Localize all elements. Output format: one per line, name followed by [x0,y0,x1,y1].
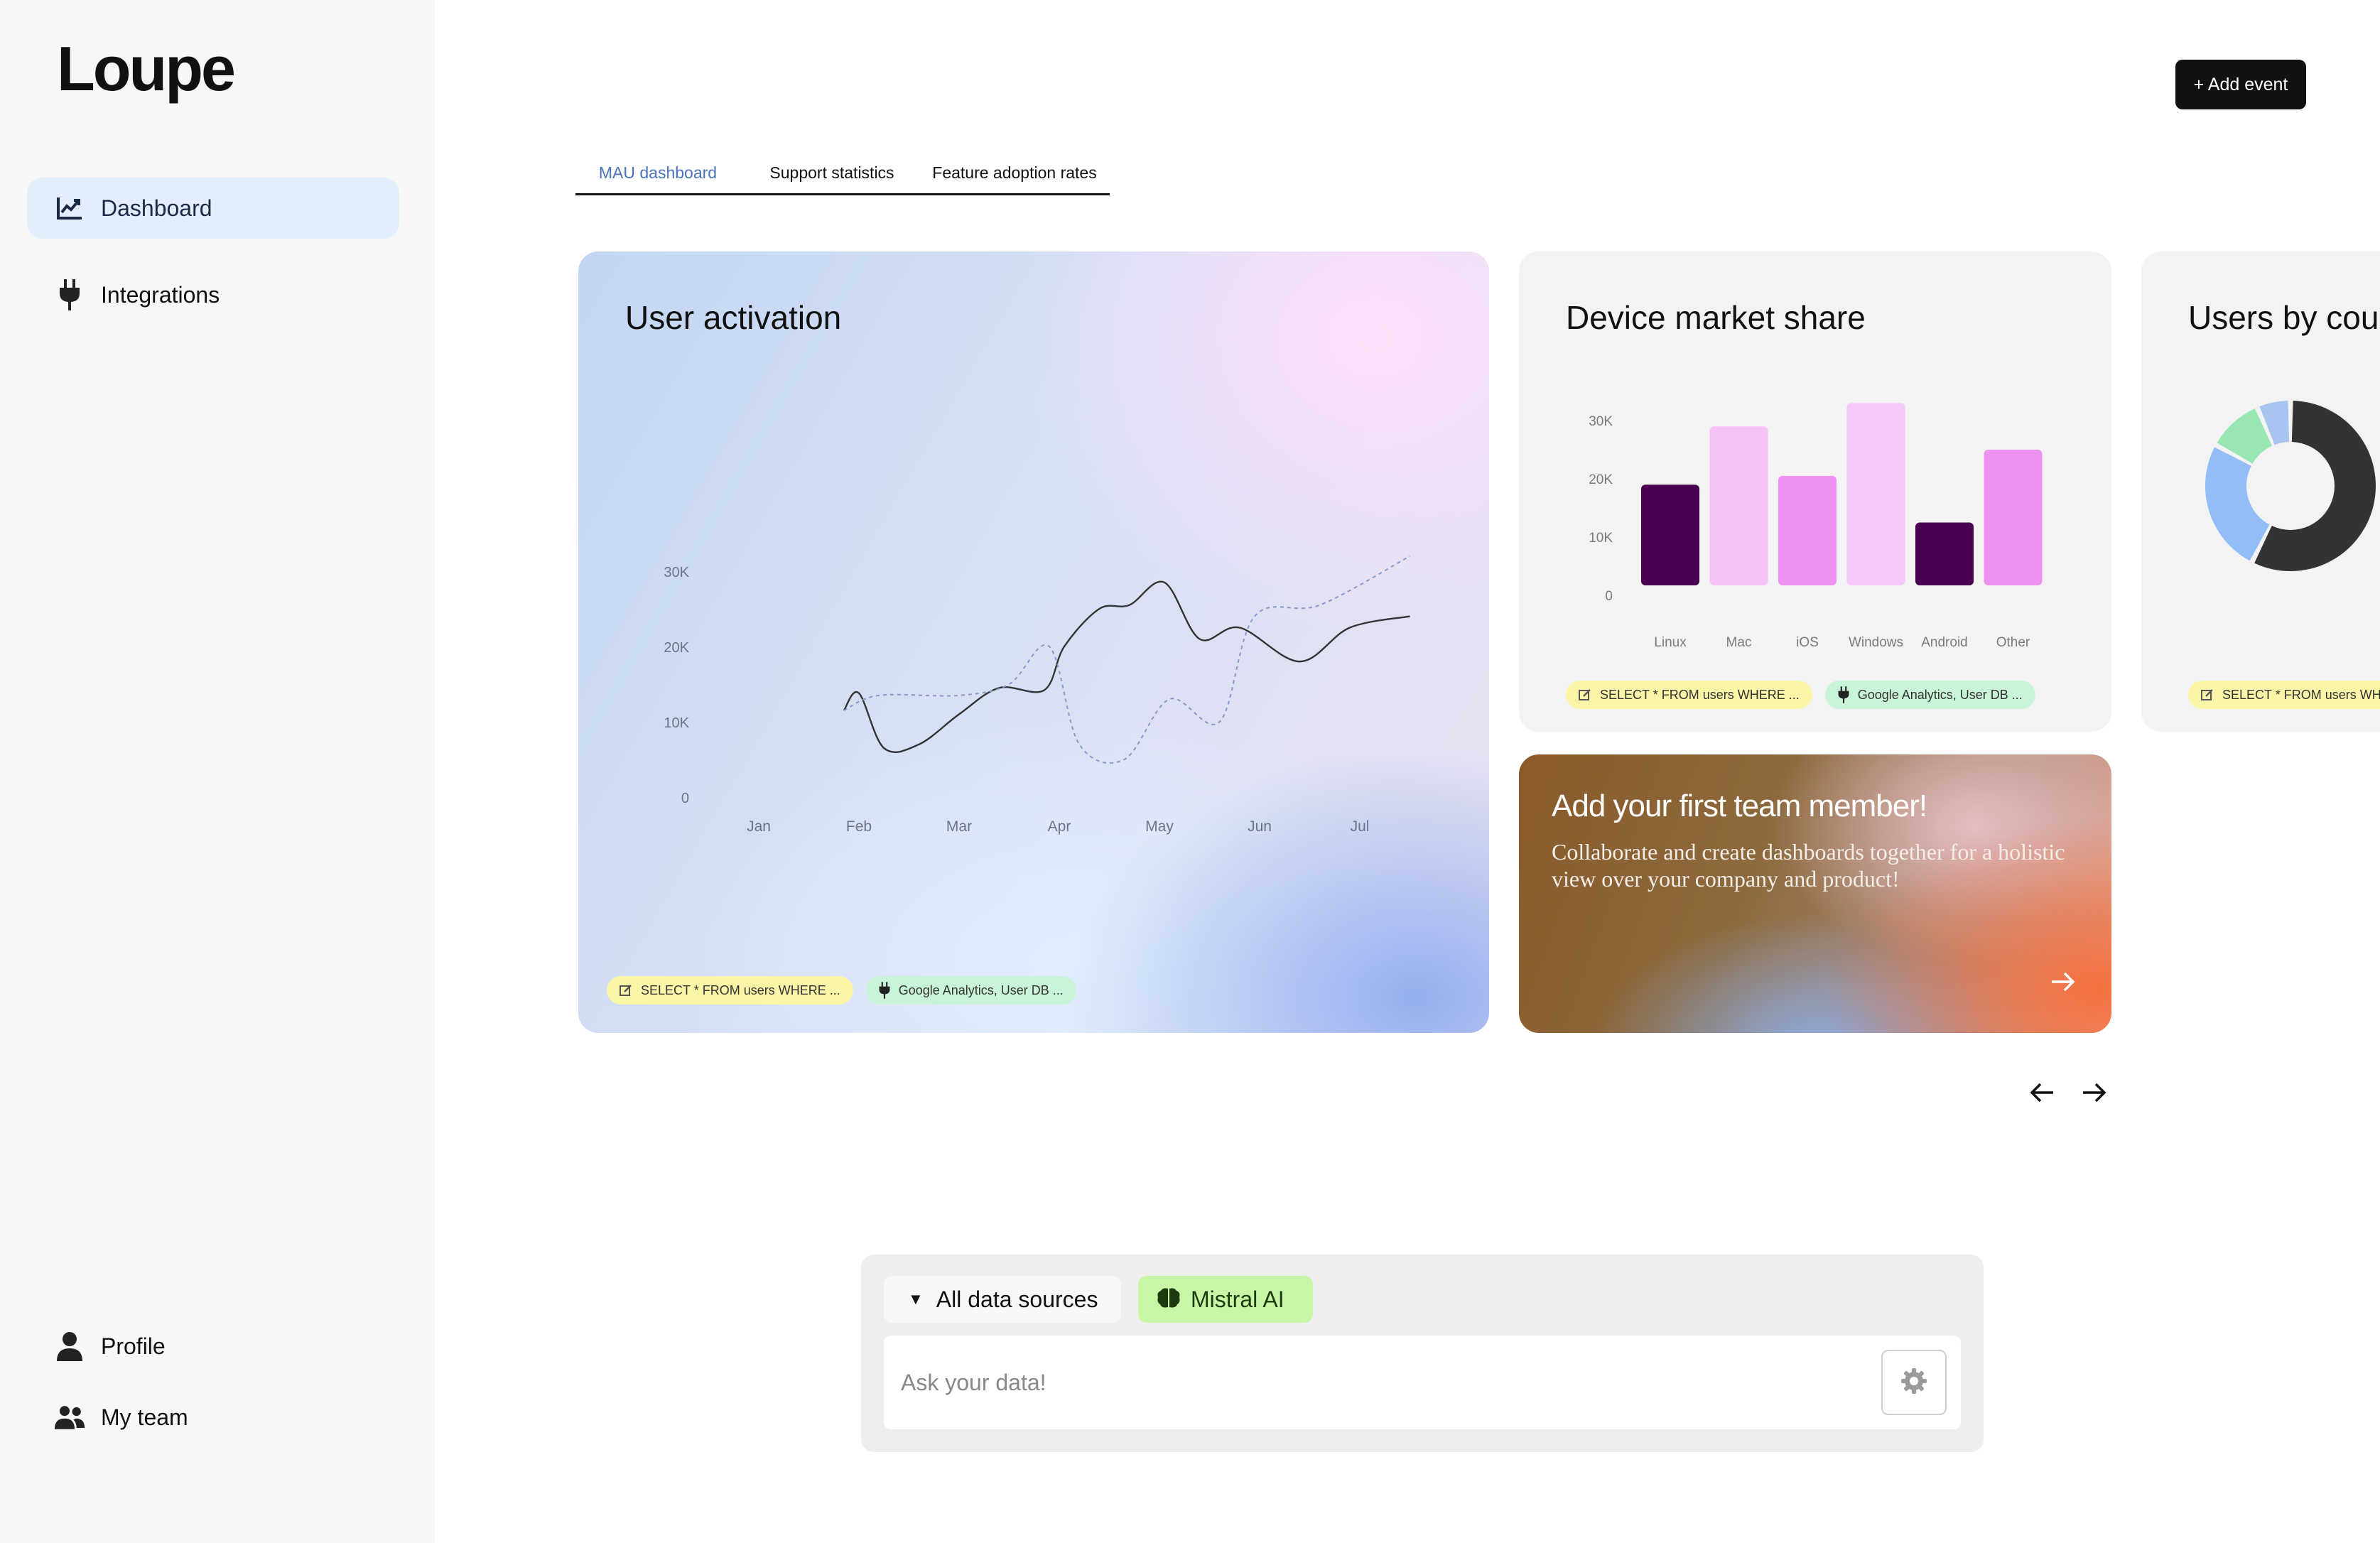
app-logo[interactable]: Loupe [57,33,236,105]
x-tick-label: Jun [1248,818,1272,835]
bar-android [1915,522,1974,585]
series-line-solid [843,580,1410,753]
plug-icon [1838,686,1849,703]
sidebar-item-my-team[interactable]: My team [27,1387,399,1448]
data-sources-label: All data sources [936,1286,1098,1312]
arrow-right-icon [2082,1081,2107,1108]
add-event-button[interactable]: + Add event [2175,60,2306,109]
carousel-next-button[interactable] [2075,1074,2114,1114]
query-chip[interactable]: SELECT * FROM users WH [2188,681,2380,709]
query-chip-label: SELECT * FROM users WHERE ... [1600,687,1800,702]
users-by-country-chart [2205,401,2376,571]
y-tick-label: 20K [664,640,689,656]
x-tick-label: Feb [846,818,872,835]
donut-slice-1 [2205,447,2270,561]
sidebar-item-dashboard[interactable]: Dashboard [27,178,399,239]
query-chip-label: SELECT * FROM users WHERE ... [641,982,840,997]
card-title: User activation [625,299,842,336]
carousel-prev-button[interactable] [2022,1074,2062,1114]
y-tick-label: 0 [1605,589,1613,604]
bar-windows [1846,403,1905,585]
edit-icon [1579,688,1591,701]
card-title: Device market share [1566,299,1866,336]
query-chip[interactable]: SELECT * FROM users WHERE ... [1566,681,1812,709]
caret-down-icon: ▼ [908,1290,924,1308]
x-tick-label: Apr [1048,818,1071,835]
x-tick-label: Other [1996,635,2030,649]
y-tick-label: 20K [1589,472,1613,487]
plug-icon [879,982,890,999]
add-team-member-card[interactable]: Add your first team member! Collaborate … [1519,754,2111,1033]
bar-linux [1641,484,1699,585]
dashboard-tabs: MAU dashboard Support statistics Feature… [575,152,1110,195]
user-activation-card[interactable]: User activation 0 10K 20K 30K Jan Feb Mar Apr Ma… [578,251,1489,1033]
x-tick-label: Mac [1726,635,1752,649]
y-tick-label: 30K [664,565,689,580]
x-tick-label: Jul [1351,818,1370,835]
bar-mac [1709,426,1768,585]
x-tick-label: Mar [946,818,972,835]
x-tick-label: Linux [1654,635,1687,649]
user-icon [54,1331,85,1362]
y-tick-label: 0 [681,791,689,806]
device-market-share-chart: 0 10K 20K 30K Linux Mac iOS Windows Android Other [1589,403,2043,649]
y-tick-label: 10K [664,715,689,731]
plug-icon [54,279,85,310]
sidebar: Loupe Dashboard Integrations Profile My … [0,0,435,1543]
edit-icon [2201,688,2214,701]
arrow-right-icon[interactable] [2042,960,2084,1003]
active-tab-indicator [575,191,740,193]
sidebar-item-label: Profile [101,1333,166,1359]
x-tick-label: Jan [747,818,771,835]
gear-icon [1900,1367,1928,1399]
bar-other [1984,450,2043,585]
data-source-chip-label: Google Analytics, User DB ... [898,982,1064,997]
device-market-share-card[interactable]: Device market share 0 10K 20K 30K Linux Mac iO… [1519,251,2111,732]
team-card-subtitle: Collaborate and create dashboards togeth… [1552,839,2065,892]
x-tick-label: May [1145,818,1174,835]
sidebar-item-profile[interactable]: Profile [27,1316,399,1377]
users-icon [54,1402,85,1433]
x-tick-label: Android [1921,635,1968,649]
bar-ios [1778,475,1837,585]
settings-button[interactable] [1881,1350,1947,1415]
x-tick-label: Windows [1849,635,1903,649]
ask-panel: ▼ All data sources Mistral AI [861,1255,1984,1452]
team-card-title: Add your first team member! [1552,789,1927,823]
edit-icon [620,984,632,997]
users-by-country-card[interactable]: Users by cou SELECT * FROM users WH [2141,251,2380,732]
sidebar-item-label: My team [101,1404,188,1430]
sidebar-item-integrations[interactable]: Integrations [27,264,399,325]
tab-support-statistics[interactable]: Support statistics [753,155,911,190]
sidebar-item-label: Dashboard [101,195,212,221]
sidebar-item-label: Integrations [101,281,220,308]
model-selector[interactable]: Mistral AI [1138,1276,1313,1323]
chart-line-icon [54,193,85,224]
x-tick-label: iOS [1796,635,1819,649]
query-chip-label: SELECT * FROM users WH [2222,687,2380,702]
ask-input[interactable] [884,1336,1961,1429]
query-chip[interactable]: SELECT * FROM users WHERE ... [607,976,853,1005]
brain-icon [1157,1287,1181,1312]
y-tick-label: 10K [1589,531,1613,546]
data-source-chip-label: Google Analytics, User DB ... [1857,687,2023,702]
model-label: Mistral AI [1191,1286,1284,1312]
card-title: Users by cou [2188,299,2379,336]
data-sources-dropdown[interactable]: ▼ All data sources [884,1276,1121,1323]
series-line-dashed [843,555,1410,764]
user-activation-chart: 0 10K 20K 30K Jan Feb Mar Apr May Jun Jul [664,555,1410,835]
data-source-chip[interactable]: Google Analytics, User DB ... [865,976,1076,1005]
arrow-left-icon [2029,1081,2055,1108]
tab-feature-adoption-rates[interactable]: Feature adoption rates [924,155,1105,190]
y-tick-label: 30K [1589,414,1613,429]
data-source-chip[interactable]: Google Analytics, User DB ... [1824,681,2035,709]
tab-mau-dashboard[interactable]: MAU dashboard [575,155,740,193]
